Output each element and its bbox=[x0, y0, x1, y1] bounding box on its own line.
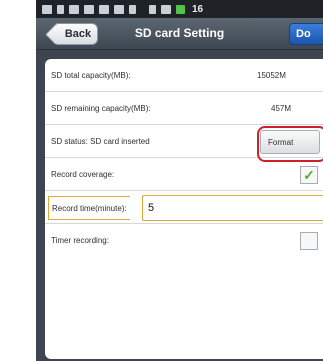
signal-icon bbox=[161, 4, 171, 14]
timer-recording-label: Timer recording: bbox=[51, 236, 109, 245]
clock: 16 bbox=[192, 3, 204, 15]
record-coverage-row: Record coverage: ✓ bbox=[45, 158, 323, 191]
check-icon: ✓ bbox=[303, 166, 315, 183]
settings-panel: SD total capacity(MB): 15052M SD remaini… bbox=[45, 59, 323, 359]
done-button[interactable]: Do bbox=[289, 23, 323, 45]
record-time-row: Record time(minute): 5 bbox=[45, 191, 323, 224]
title-bar: Back SD card Setting Do bbox=[36, 18, 323, 50]
back-button-label: Back bbox=[64, 28, 92, 40]
phone-screen: 16 Back SD card Setting Do SD total capa… bbox=[36, 0, 323, 361]
remaining-capacity-label: SD remaining capacity(MB): bbox=[51, 103, 151, 113]
mute-icon bbox=[149, 4, 156, 14]
total-capacity-row: SD total capacity(MB): 15052M bbox=[45, 59, 323, 92]
remaining-capacity-row: SD remaining capacity(MB): 457M bbox=[45, 92, 323, 125]
image-icon bbox=[69, 4, 79, 14]
mail-icon bbox=[114, 4, 124, 14]
record-coverage-checkbox[interactable]: ✓ bbox=[300, 166, 318, 184]
timer-recording-checkbox[interactable] bbox=[300, 232, 318, 250]
record-time-label: Record time(minute): bbox=[48, 196, 130, 220]
notification-icon bbox=[42, 4, 52, 14]
remaining-capacity-value: 457M bbox=[271, 103, 292, 113]
battery-icon bbox=[176, 4, 185, 14]
flag-icon bbox=[129, 4, 136, 14]
sd-status-label: SD status: SD card inserted bbox=[51, 136, 150, 146]
gallery-icon bbox=[99, 4, 109, 14]
total-capacity-label: SD total capacity(MB): bbox=[51, 70, 131, 80]
format-button[interactable]: Format bbox=[260, 130, 320, 154]
sd-status-row: SD status: SD card inserted Format bbox=[45, 125, 323, 158]
app-icon bbox=[84, 4, 94, 14]
record-time-input[interactable]: 5 bbox=[142, 195, 323, 221]
usb-icon bbox=[57, 4, 64, 14]
status-bar: 16 bbox=[36, 0, 323, 18]
timer-recording-row: Timer recording: bbox=[45, 224, 323, 257]
record-coverage-label: Record coverage: bbox=[51, 169, 115, 179]
total-capacity-value: 15052M bbox=[257, 70, 286, 80]
